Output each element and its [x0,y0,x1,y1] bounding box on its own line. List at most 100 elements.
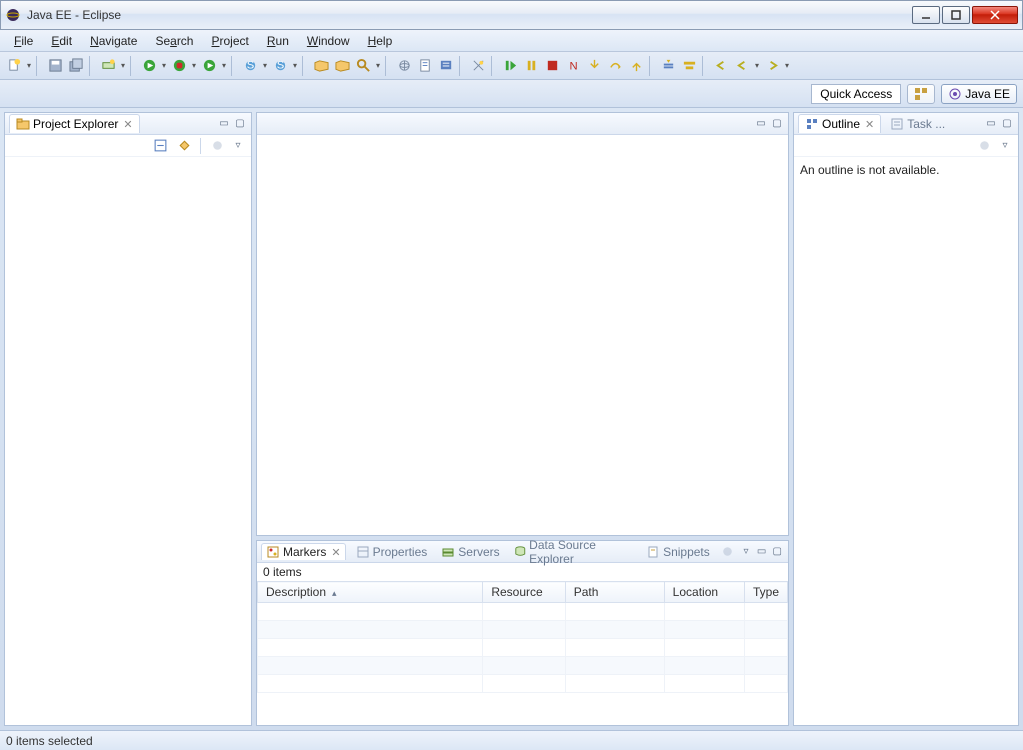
maximize-view-icon[interactable]: ▢ [233,117,247,131]
minimize-markers-icon[interactable]: ▭ [755,545,769,559]
table-row[interactable] [258,639,788,657]
col-location[interactable]: Location [664,582,744,603]
print-icon[interactable] [394,56,414,76]
col-description[interactable]: Description▴ [258,582,483,603]
minimize-editor-icon[interactable]: ▭ [754,117,768,131]
menu-file[interactable]: File [6,32,41,50]
table-row[interactable] [258,603,788,621]
outline-tab[interactable]: Outline ✕ [798,114,881,133]
last-edit-icon[interactable] [711,56,731,76]
annotation-icon[interactable] [436,56,456,76]
task-list-tab[interactable]: Task ... [883,114,952,134]
step-over-icon[interactable] [605,56,625,76]
debug-icon[interactable] [169,56,189,76]
search-icon[interactable] [353,56,373,76]
tab-dse-label: Data Source Explorer [529,538,632,566]
menu-bar: File Edit Navigate Search Project Run Wi… [0,30,1023,52]
maximize-markers-icon[interactable]: ▢ [770,545,784,559]
outline-view-menu-icon[interactable]: ▿ [998,139,1012,153]
minimize-view-icon[interactable]: ▭ [217,117,231,131]
markers-view-menu-icon[interactable]: ▿ [739,545,753,559]
editor-body[interactable] [257,135,788,535]
drop-frame-icon[interactable] [658,56,678,76]
maximize-editor-icon[interactable]: ▢ [770,117,784,131]
run-last-dropdown[interactable]: ▾ [220,61,228,70]
project-explorer-body[interactable] [5,157,251,725]
minimize-outline-icon[interactable]: ▭ [984,117,998,131]
menu-search[interactable]: Search [147,32,201,50]
table-row[interactable] [258,621,788,639]
markers-view: Markers ✕ Properties Servers Data Source… [256,540,789,726]
menu-project[interactable]: Project [203,32,256,50]
col-path[interactable]: Path [565,582,664,603]
debug-dropdown[interactable]: ▾ [190,61,198,70]
status-bar: 0 items selected [0,730,1023,750]
new-jpa-dropdown[interactable]: ▾ [291,61,299,70]
run-icon[interactable] [139,56,159,76]
tab-servers[interactable]: Servers [437,544,503,560]
step-return-icon[interactable] [626,56,646,76]
tab-snippets-label: Snippets [663,545,710,559]
col-type[interactable]: Type [744,582,787,603]
back-dropdown[interactable]: ▾ [753,61,761,70]
new-icon[interactable] [4,56,24,76]
tab-markers[interactable]: Markers ✕ [261,543,346,560]
maximize-outline-icon[interactable]: ▢ [1000,117,1014,131]
col-resource[interactable]: Resource [483,582,565,603]
terminate-icon[interactable] [542,56,562,76]
new-project-wizard-dropdown[interactable]: ▾ [261,61,269,70]
step-into-icon[interactable] [584,56,604,76]
minimize-button[interactable] [912,6,940,24]
menu-help[interactable]: Help [360,32,401,50]
back-icon[interactable] [732,56,752,76]
save-all-icon[interactable] [66,56,86,76]
disconnect-icon[interactable]: N [563,56,583,76]
tab-data-source-explorer[interactable]: Data Source Explorer [510,537,636,567]
tab-markers-label: Markers [283,545,326,559]
focus-markers-icon[interactable] [718,542,737,562]
use-step-filters-icon[interactable] [679,56,699,76]
resume-icon[interactable] [500,56,520,76]
forward-dropdown[interactable]: ▾ [783,61,791,70]
menu-edit[interactable]: Edit [43,32,80,50]
new-jpa-icon[interactable]: S [270,56,290,76]
tab-servers-label: Servers [458,545,499,559]
link-editor-icon[interactable] [174,136,194,156]
tab-close-icon[interactable]: ✕ [123,118,132,131]
tab-snippets[interactable]: Snippets [642,544,714,560]
task-list-tab-label: Task ... [907,117,945,131]
markers-close-icon[interactable]: ✕ [331,546,340,559]
new-project-wizard-icon[interactable]: S [240,56,260,76]
forward-icon[interactable] [762,56,782,76]
save-icon[interactable] [45,56,65,76]
run-dropdown[interactable]: ▾ [160,61,168,70]
suspend-icon[interactable] [521,56,541,76]
run-last-icon[interactable] [199,56,219,76]
close-button[interactable] [972,6,1018,24]
collapse-all-icon[interactable] [150,136,170,156]
open-type-icon[interactable] [311,56,331,76]
menu-run[interactable]: Run [259,32,297,50]
table-row[interactable] [258,675,788,693]
table-row[interactable] [258,657,788,675]
new-server-dropdown[interactable]: ▾ [119,61,127,70]
new-dropdown[interactable]: ▾ [25,61,33,70]
open-perspective-button[interactable] [907,84,935,104]
outline-focus-icon[interactable] [974,136,994,156]
menu-window[interactable]: Window [299,32,358,50]
new-server-icon[interactable] [98,56,118,76]
menu-navigate[interactable]: Navigate [82,32,145,50]
view-menu-icon[interactable]: ▿ [231,139,245,153]
project-explorer-tab[interactable]: Project Explorer ✕ [9,114,140,133]
quick-access-input[interactable]: Quick Access [811,84,901,104]
focus-task-icon[interactable] [207,136,227,156]
perspective-javaee-button[interactable]: Java EE [941,84,1017,104]
tab-properties[interactable]: Properties [352,544,432,560]
search-dropdown[interactable]: ▾ [374,61,382,70]
open-perspective-icon [914,87,928,101]
maximize-button[interactable] [942,6,970,24]
outline-close-icon[interactable]: ✕ [865,118,874,131]
toggle-breadcrumb-icon[interactable] [415,56,435,76]
pin-icon[interactable] [468,56,488,76]
open-task-icon[interactable] [332,56,352,76]
